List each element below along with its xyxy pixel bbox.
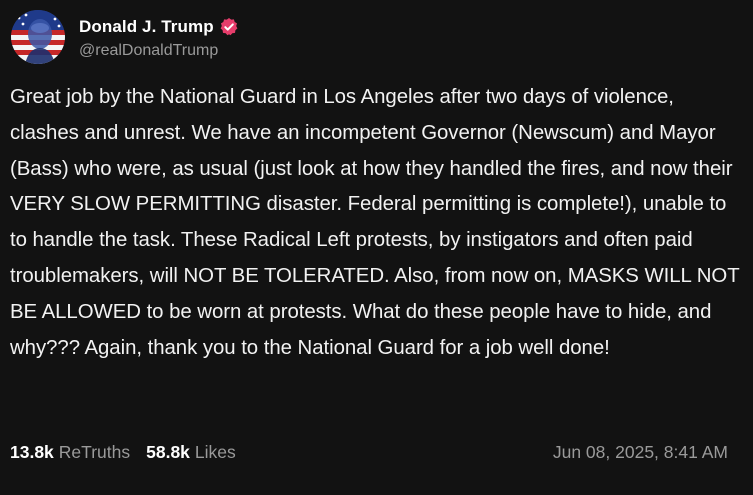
likes-count: 58.8k (146, 441, 190, 462)
retruths-count: 13.8k (10, 441, 54, 462)
retruths-stat[interactable]: 13.8k ReTruths (10, 442, 130, 463)
display-name-row: Donald J. Trump (79, 15, 239, 39)
post-timestamp[interactable]: Jun 08, 2025, 8:41 AM (553, 442, 728, 463)
post-text: Great job by the National Guard in Los A… (10, 86, 740, 359)
verified-badge-icon (219, 17, 239, 37)
author-info: Donald J. Trump @realDonaldTrump (79, 10, 239, 60)
display-name[interactable]: Donald J. Trump (79, 17, 214, 37)
retruths-label: ReTruths (58, 441, 131, 462)
author-handle[interactable]: @realDonaldTrump (79, 42, 239, 60)
avatar-image (11, 10, 65, 64)
post-header: Donald J. Trump @realDonaldTrump (10, 10, 743, 74)
likes-label: Likes (194, 441, 236, 462)
likes-stat[interactable]: 58.8k Likes (146, 442, 236, 463)
avatar[interactable] (11, 10, 65, 64)
post-footer: 13.8k ReTruths 58.8k Likes Jun 08, 2025,… (10, 437, 728, 467)
truth-post: Donald J. Trump @realDonaldTrump Great j… (0, 0, 753, 495)
